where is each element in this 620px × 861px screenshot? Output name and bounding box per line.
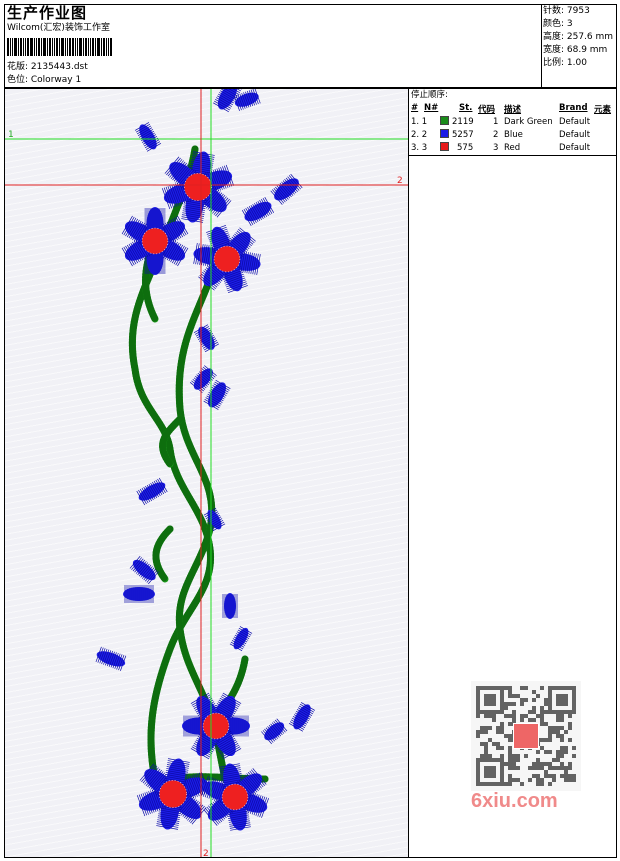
leaf-shape [136,477,168,506]
legend-row-stitches: 575 [457,143,474,153]
guide-label-2-right: 2 [397,176,403,186]
leaf-shape [288,702,316,732]
leaf-shape [270,173,303,205]
stat-colors: 颜色: 3 [543,19,573,29]
stat-stitches: 针数: 7953 [543,6,590,16]
colorway-label: 色位: Colorway 1 [7,75,82,85]
color-swatch [440,142,449,151]
legend-row-description: Blue [504,130,523,140]
legend-rows: 1. 1 2119 1 Dark Green Default 2. 2 5257… [409,115,616,155]
barcode [7,38,142,56]
legend-row: 1. 1 2119 1 Dark Green Default [409,115,616,128]
leaf-shape [222,593,238,619]
legend-row-number: 1. 1 [411,117,428,127]
leaf-shape [229,626,253,652]
legend-header-stitches: St. [459,103,473,113]
page-title: 生产作业图 [7,4,88,22]
legend-header-brand: Brand [559,103,588,113]
legend-row-brand: Default [559,130,591,140]
leaf-shape [95,646,127,671]
qr-center-stamp [513,723,539,749]
legend-header-n: N# [424,103,439,113]
design-file-label: 花版: 2135443.dst [7,62,88,72]
legend-header-element: 元素 [594,105,612,115]
color-swatch [440,116,449,125]
qr-code-watermark [471,681,581,791]
legend-row-stitches: 2119 [452,117,474,127]
legend-row-code: 3 [493,143,499,153]
legend-header-hash: # [411,103,419,113]
legend-row-brand: Default [559,117,591,127]
flower-center [184,173,212,201]
legend-header-row: # N# St. 代码 描述 Brand 元素 [409,101,616,115]
stat-scale: 比例: 1.00 [543,58,587,68]
guide-label-2-bottom: 2 [203,849,209,857]
legend-panel: 停止顺序: # N# St. 代码 描述 Brand 元素 1. 1 2119 … [408,88,617,858]
legend-row-number: 2. 2 [411,130,428,140]
legend-title: 停止顺序: [411,90,448,100]
legend-row: 3. 3 575 3 Red Default [409,141,616,154]
legend-row-brand: Default [559,143,591,153]
design-canvas: 1 2 2 [4,88,409,858]
leaf-shape [134,122,162,152]
legend-divider [409,155,616,156]
legend-row-code: 2 [493,130,499,140]
legend-header-code: 代码 [478,105,496,115]
stat-height: 高度: 257.6 mm [543,32,614,42]
leaf-shape [261,718,288,745]
legend-row-code: 1 [493,117,499,127]
watermark-site: 6xiu.com [471,790,558,812]
legend-row-stitches: 5257 [452,130,474,140]
leaf-shape [233,89,261,111]
stem-stitch-texture [152,525,174,583]
legend-row-description: Dark Green [504,117,553,127]
embroidery-preview: 1 2 2 [5,89,408,857]
flower-center [159,780,187,808]
color-swatch [440,129,449,138]
leaf-shape [193,324,220,353]
company-name: Wilcom(汇宏)装饰工作室 [7,23,110,33]
leaf-shape [123,585,155,603]
legend-row: 2. 2 5257 2 Blue Default [409,128,616,141]
legend-row-number: 3. 3 [411,143,428,153]
stat-width: 宽度: 68.9 mm [543,45,608,55]
guide-label-1: 1 [8,130,14,140]
legend-row-description: Red [504,143,521,153]
legend-header-description: 描述 [504,105,522,115]
leaf-shape [241,197,275,226]
